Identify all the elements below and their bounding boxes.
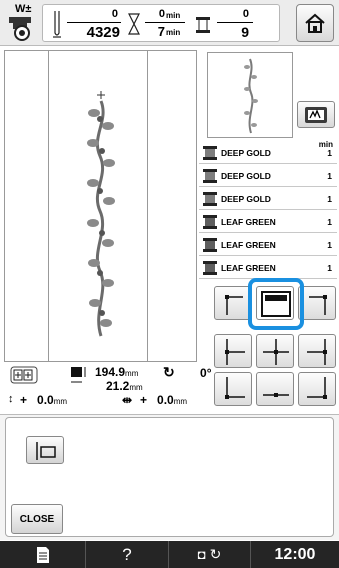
needle-frame-icon [36,442,56,460]
thread-spool-icon [203,169,217,183]
position-center-button[interactable] [256,334,294,368]
embroidery-frame-button[interactable] [297,101,335,128]
presser-foot-icon: W± [3,3,39,43]
middle-right-icon [307,339,327,365]
thread-spool-icon [203,238,217,252]
thread-minutes: 1 [327,148,332,158]
thread-row[interactable]: DEEP GOLD 1 [199,188,337,210]
pattern-vine-image [87,91,115,337]
rotation-angle: 0° [200,366,212,380]
trial-embroidery-button[interactable] [26,436,64,464]
time-total: 7 [157,24,165,39]
thread-name: DEEP GOLD [221,194,271,204]
selection-highlight [248,278,304,330]
home-button[interactable] [296,4,334,42]
vertical-offset-icon: ↕ [8,393,14,405]
thread-row[interactable]: DEEP GOLD 1 [199,165,337,187]
pattern-width: 21.2mm [106,379,143,393]
thread-spool-icon [203,146,217,160]
corner-bottom-right-icon [307,377,327,399]
needle-icon [53,11,61,38]
colors-done: 0 [242,8,249,20]
thread-minutes: 1 [327,240,332,250]
position-middle-left-button[interactable] [214,334,252,368]
thread-name: DEEP GOLD [221,148,271,158]
time-done: 0 [158,8,165,20]
needle-mode-button[interactable]: ◘ ↻ [169,541,251,568]
thread-name: DEEP GOLD [221,171,271,181]
position-middle-right-button[interactable] [298,334,336,368]
pattern-info: 194.9mm 21.2mm ↻ 0° ↕ + 0.0mm ⇹ + 0.0mm [4,364,264,412]
refresh-icon: ↻ [209,546,222,562]
vertical-offset: + 0.0mm [20,393,68,407]
top-bar: W± 0 4329 0 min 7 min 0 9 [0,0,339,46]
size-icon [71,367,86,383]
corner-top-right-icon [309,295,327,315]
pattern-thumbnail-image [244,58,258,134]
pattern-height: 194.9mm [95,365,139,379]
thread-minutes: 1 [327,263,332,273]
stitch-time-counter: 0 4329 0 min 7 min 0 9 [42,4,280,42]
status-bar: ? ◘ ↻ 12:00 [0,541,339,568]
stitches-total: 4329 [86,24,120,41]
help-button[interactable]: ? [86,541,169,568]
thread-name: LEAF GREEN [221,217,276,227]
position-bottom-right-button[interactable] [298,372,336,406]
home-icon [305,13,325,33]
embroidery-preview[interactable] [4,50,197,362]
thread-spool-icon [203,192,217,206]
thread-name: LEAF GREEN [221,263,276,273]
thread-spool-icon [203,215,217,229]
help-icon: ? [122,544,132,564]
clock-time: 12:00 [274,545,316,563]
clock: 12:00 [251,541,339,568]
pattern-thumbnail [207,52,293,138]
time-done-unit: min [166,11,181,20]
thread-row[interactable]: LEAF GREEN 1 [199,234,337,256]
thread-row[interactable]: DEEP GOLD 1 [199,142,337,164]
thread-spool-icon [196,17,210,33]
needle-mode-icon: ◘ [197,547,206,562]
thread-minutes: 1 [327,171,332,181]
rotate-icon: ↻ [163,364,175,380]
thread-row[interactable]: LEAF GREEN 1 [199,257,337,279]
colors-total: 9 [241,24,249,40]
thread-minutes: 1 [327,217,332,227]
stitches-done: 0 [111,8,118,20]
thread-spool-icon [203,261,217,275]
manual-button[interactable] [0,541,86,568]
time-total-unit: min [166,28,181,37]
document-icon [36,546,49,563]
embroidery-frame-icon [305,106,327,123]
close-button[interactable]: CLOSE [11,504,63,534]
thread-name: LEAF GREEN [221,240,276,250]
position-top-left-button[interactable] [214,286,252,320]
thread-row[interactable]: LEAF GREEN 1 [199,211,337,233]
frame-position-icon [10,366,38,384]
thread-minutes: 1 [327,194,332,204]
horizontal-offset-icon: ⇹ [122,393,133,407]
hourglass-icon [128,13,140,35]
horizontal-offset: + 0.0mm [140,393,188,407]
